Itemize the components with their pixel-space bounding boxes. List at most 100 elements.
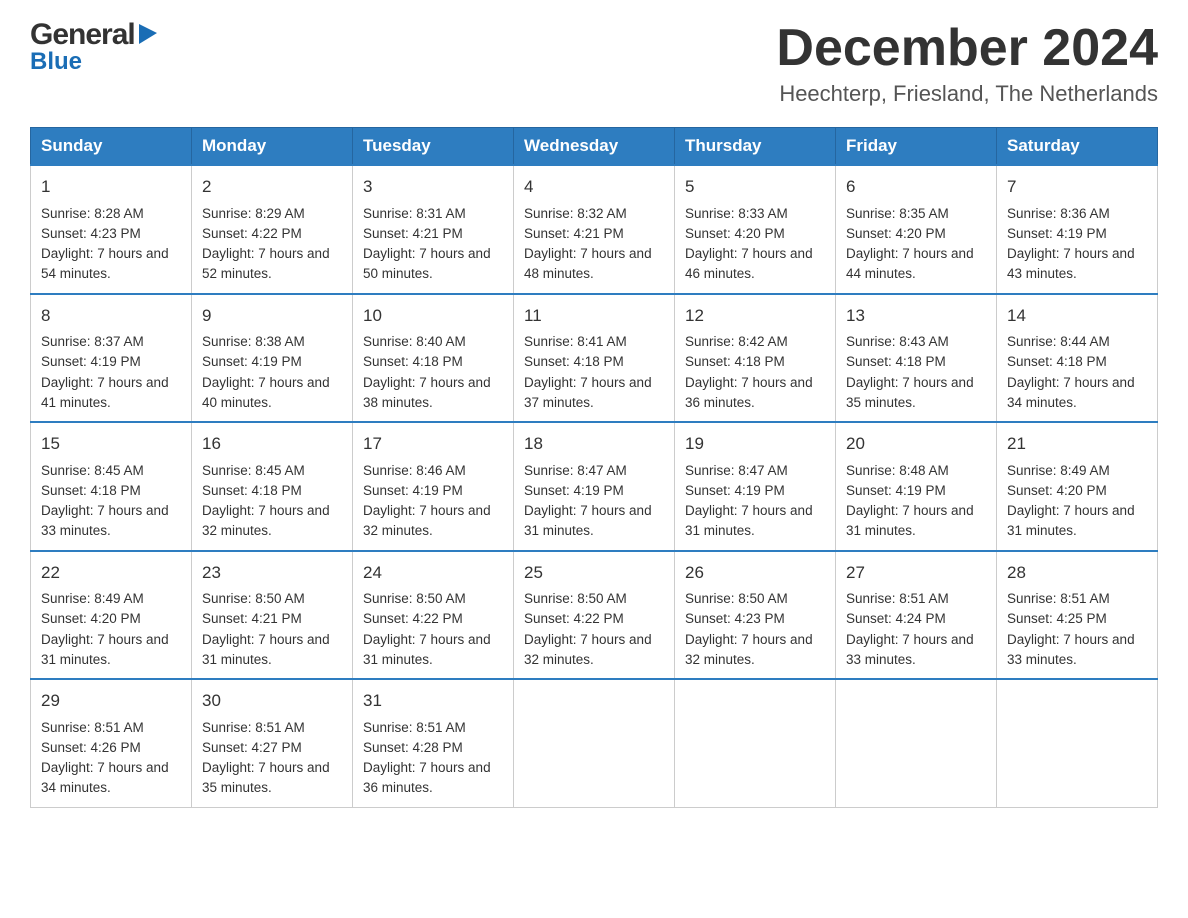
- sunset-text: Sunset: 4:20 PM: [685, 226, 785, 241]
- table-row: [836, 679, 997, 807]
- sunrise-text: Sunrise: 8:48 AM: [846, 463, 949, 478]
- sunrise-text: Sunrise: 8:47 AM: [685, 463, 788, 478]
- day-number: 8: [41, 303, 181, 329]
- sunset-text: Sunset: 4:24 PM: [846, 611, 946, 626]
- table-row: 7 Sunrise: 8:36 AM Sunset: 4:19 PM Dayli…: [997, 165, 1158, 294]
- table-row: 28 Sunrise: 8:51 AM Sunset: 4:25 PM Dayl…: [997, 551, 1158, 680]
- table-row: 15 Sunrise: 8:45 AM Sunset: 4:18 PM Dayl…: [31, 422, 192, 551]
- calendar-week-row: 29 Sunrise: 8:51 AM Sunset: 4:26 PM Dayl…: [31, 679, 1158, 807]
- daylight-text: Daylight: 7 hours and 31 minutes.: [41, 632, 169, 667]
- title-section: December 2024 Heechterp, Friesland, The …: [776, 20, 1158, 107]
- sunset-text: Sunset: 4:19 PM: [524, 483, 624, 498]
- sunset-text: Sunset: 4:21 PM: [363, 226, 463, 241]
- daylight-text: Daylight: 7 hours and 44 minutes.: [846, 246, 974, 281]
- day-number: 6: [846, 174, 986, 200]
- table-row: 25 Sunrise: 8:50 AM Sunset: 4:22 PM Dayl…: [514, 551, 675, 680]
- table-row: 17 Sunrise: 8:46 AM Sunset: 4:19 PM Dayl…: [353, 422, 514, 551]
- table-row: 31 Sunrise: 8:51 AM Sunset: 4:28 PM Dayl…: [353, 679, 514, 807]
- table-row: 22 Sunrise: 8:49 AM Sunset: 4:20 PM Dayl…: [31, 551, 192, 680]
- table-row: 21 Sunrise: 8:49 AM Sunset: 4:20 PM Dayl…: [997, 422, 1158, 551]
- daylight-text: Daylight: 7 hours and 52 minutes.: [202, 246, 330, 281]
- sunrise-text: Sunrise: 8:40 AM: [363, 334, 466, 349]
- day-number: 2: [202, 174, 342, 200]
- page-header: General Blue December 2024 Heechterp, Fr…: [30, 20, 1158, 107]
- sunrise-text: Sunrise: 8:49 AM: [41, 591, 144, 606]
- sunset-text: Sunset: 4:18 PM: [846, 354, 946, 369]
- sunrise-text: Sunrise: 8:51 AM: [363, 720, 466, 735]
- daylight-text: Daylight: 7 hours and 32 minutes.: [363, 503, 491, 538]
- sunset-text: Sunset: 4:23 PM: [41, 226, 141, 241]
- table-row: 26 Sunrise: 8:50 AM Sunset: 4:23 PM Dayl…: [675, 551, 836, 680]
- col-monday: Monday: [192, 128, 353, 166]
- day-number: 19: [685, 431, 825, 457]
- day-number: 17: [363, 431, 503, 457]
- daylight-text: Daylight: 7 hours and 31 minutes.: [363, 632, 491, 667]
- daylight-text: Daylight: 7 hours and 46 minutes.: [685, 246, 813, 281]
- daylight-text: Daylight: 7 hours and 31 minutes.: [524, 503, 652, 538]
- sunrise-text: Sunrise: 8:36 AM: [1007, 206, 1110, 221]
- sunset-text: Sunset: 4:20 PM: [1007, 483, 1107, 498]
- daylight-text: Daylight: 7 hours and 43 minutes.: [1007, 246, 1135, 281]
- sunrise-text: Sunrise: 8:49 AM: [1007, 463, 1110, 478]
- daylight-text: Daylight: 7 hours and 34 minutes.: [1007, 375, 1135, 410]
- table-row: 13 Sunrise: 8:43 AM Sunset: 4:18 PM Dayl…: [836, 294, 997, 423]
- day-number: 28: [1007, 560, 1147, 586]
- sunset-text: Sunset: 4:22 PM: [524, 611, 624, 626]
- daylight-text: Daylight: 7 hours and 33 minutes.: [1007, 632, 1135, 667]
- location-subtitle: Heechterp, Friesland, The Netherlands: [776, 81, 1158, 107]
- calendar-week-row: 8 Sunrise: 8:37 AM Sunset: 4:19 PM Dayli…: [31, 294, 1158, 423]
- sunrise-text: Sunrise: 8:41 AM: [524, 334, 627, 349]
- calendar-header-row: Sunday Monday Tuesday Wednesday Thursday…: [31, 128, 1158, 166]
- sunrise-text: Sunrise: 8:42 AM: [685, 334, 788, 349]
- sunrise-text: Sunrise: 8:29 AM: [202, 206, 305, 221]
- sunrise-text: Sunrise: 8:33 AM: [685, 206, 788, 221]
- table-row: 16 Sunrise: 8:45 AM Sunset: 4:18 PM Dayl…: [192, 422, 353, 551]
- table-row: 2 Sunrise: 8:29 AM Sunset: 4:22 PM Dayli…: [192, 165, 353, 294]
- calendar-week-row: 22 Sunrise: 8:49 AM Sunset: 4:20 PM Dayl…: [31, 551, 1158, 680]
- sunrise-text: Sunrise: 8:28 AM: [41, 206, 144, 221]
- table-row: [514, 679, 675, 807]
- day-number: 22: [41, 560, 181, 586]
- daylight-text: Daylight: 7 hours and 31 minutes.: [1007, 503, 1135, 538]
- sunset-text: Sunset: 4:19 PM: [846, 483, 946, 498]
- table-row: 5 Sunrise: 8:33 AM Sunset: 4:20 PM Dayli…: [675, 165, 836, 294]
- sunrise-text: Sunrise: 8:47 AM: [524, 463, 627, 478]
- sunrise-text: Sunrise: 8:38 AM: [202, 334, 305, 349]
- col-friday: Friday: [836, 128, 997, 166]
- day-number: 16: [202, 431, 342, 457]
- sunset-text: Sunset: 4:19 PM: [202, 354, 302, 369]
- day-number: 26: [685, 560, 825, 586]
- table-row: 27 Sunrise: 8:51 AM Sunset: 4:24 PM Dayl…: [836, 551, 997, 680]
- sunset-text: Sunset: 4:18 PM: [685, 354, 785, 369]
- logo-arrow-icon: [137, 22, 159, 44]
- day-number: 11: [524, 303, 664, 329]
- day-number: 1: [41, 174, 181, 200]
- day-number: 20: [846, 431, 986, 457]
- table-row: 11 Sunrise: 8:41 AM Sunset: 4:18 PM Dayl…: [514, 294, 675, 423]
- day-number: 9: [202, 303, 342, 329]
- daylight-text: Daylight: 7 hours and 48 minutes.: [524, 246, 652, 281]
- month-year-title: December 2024: [776, 20, 1158, 77]
- col-saturday: Saturday: [997, 128, 1158, 166]
- sunrise-text: Sunrise: 8:46 AM: [363, 463, 466, 478]
- col-thursday: Thursday: [675, 128, 836, 166]
- sunrise-text: Sunrise: 8:50 AM: [363, 591, 466, 606]
- day-number: 24: [363, 560, 503, 586]
- daylight-text: Daylight: 7 hours and 41 minutes.: [41, 375, 169, 410]
- day-number: 18: [524, 431, 664, 457]
- sunset-text: Sunset: 4:20 PM: [846, 226, 946, 241]
- sunrise-text: Sunrise: 8:43 AM: [846, 334, 949, 349]
- daylight-text: Daylight: 7 hours and 38 minutes.: [363, 375, 491, 410]
- day-number: 7: [1007, 174, 1147, 200]
- table-row: [997, 679, 1158, 807]
- sunset-text: Sunset: 4:22 PM: [363, 611, 463, 626]
- sunset-text: Sunset: 4:18 PM: [363, 354, 463, 369]
- daylight-text: Daylight: 7 hours and 31 minutes.: [202, 632, 330, 667]
- sunset-text: Sunset: 4:18 PM: [41, 483, 141, 498]
- table-row: 30 Sunrise: 8:51 AM Sunset: 4:27 PM Dayl…: [192, 679, 353, 807]
- table-row: 14 Sunrise: 8:44 AM Sunset: 4:18 PM Dayl…: [997, 294, 1158, 423]
- sunrise-text: Sunrise: 8:45 AM: [41, 463, 144, 478]
- daylight-text: Daylight: 7 hours and 36 minutes.: [363, 760, 491, 795]
- table-row: 23 Sunrise: 8:50 AM Sunset: 4:21 PM Dayl…: [192, 551, 353, 680]
- day-number: 13: [846, 303, 986, 329]
